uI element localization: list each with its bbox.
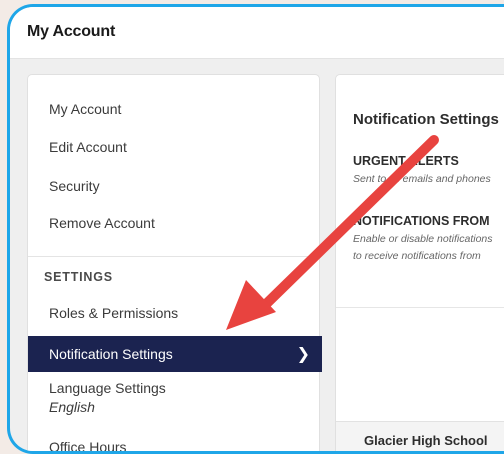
main-content: Notification Settings URGENT ALERTS Sent… [335,74,504,451]
language-value: English [49,399,95,415]
urgent-alerts-heading: URGENT ALERTS [353,154,459,168]
sidebar-divider [28,256,319,257]
app-window: My Account My Account Edit Account Secur… [7,4,504,454]
title-bar: My Account [10,7,504,59]
notifications-description-1: Enable or disable notifications [353,233,493,245]
sidebar-item-label: Notification Settings [49,346,173,362]
settings-heading: SETTINGS [44,270,113,284]
sidebar-item-my-account[interactable]: My Account [28,101,319,117]
notifications-from-heading: NOTIFICATIONS FROM [353,214,490,228]
sidebar-item-notification-settings[interactable]: Notification Settings ❯ [28,336,322,372]
sidebar-item-edit-account[interactable]: Edit Account [28,139,319,155]
sidebar-item-language-settings[interactable]: Language Settings [28,380,319,396]
sidebar-item-remove-account[interactable]: Remove Account [28,215,319,231]
content-divider [336,307,504,308]
chevron-right-icon: ❯ [296,346,310,363]
content-title: Notification Settings [353,111,499,128]
school-bar[interactable]: Glacier High School [336,421,504,451]
sidebar: My Account Edit Account Security Remove … [27,74,322,451]
urgent-alerts-description: Sent to all emails and phones [353,173,491,185]
sidebar-item-security[interactable]: Security [28,178,319,194]
notifications-description-2: to receive notifications from [353,250,481,262]
page-title: My Account [27,23,116,40]
school-name: Glacier High School [364,433,488,448]
sidebar-item-office-hours[interactable]: Office Hours [28,439,319,451]
sidebar-item-roles-permissions[interactable]: Roles & Permissions [28,305,319,321]
